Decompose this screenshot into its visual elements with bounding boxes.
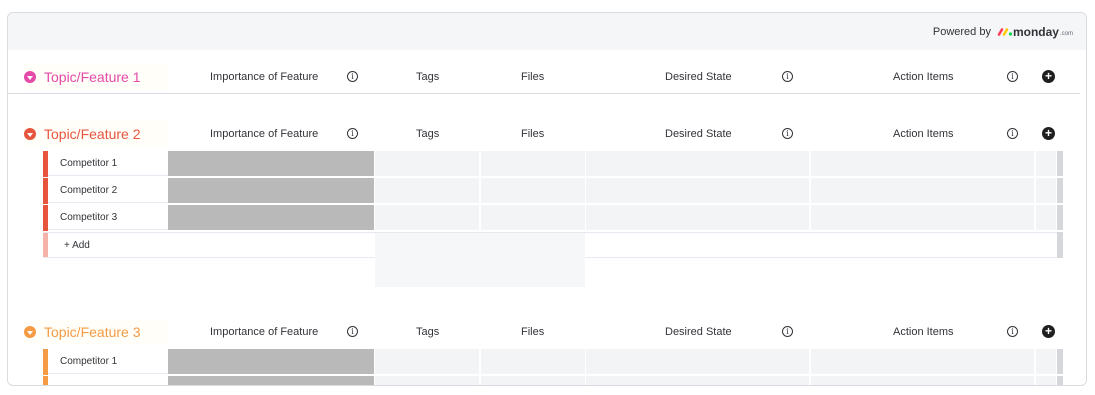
importance-cell[interactable] (168, 151, 374, 176)
group-header-3: Topic/Feature 3 Importance of Feature i … (8, 319, 1086, 345)
column-tags[interactable]: Tags (416, 326, 439, 338)
table-row[interactable]: Competitor 1 (43, 349, 1063, 375)
info-icon[interactable]: i (1007, 71, 1018, 82)
table-row[interactable]: Competitor 2 (43, 178, 1063, 204)
group-divider (8, 93, 1080, 94)
monday-logo: monday .com (997, 25, 1073, 39)
column-action-items[interactable]: Action Items (893, 71, 954, 83)
add-column-button[interactable]: + (1042, 70, 1055, 83)
tags-cell[interactable] (375, 349, 480, 374)
action-items-cell[interactable] (811, 349, 1035, 374)
group-title-label: Topic/Feature 2 (44, 126, 141, 142)
files-cell[interactable] (481, 376, 586, 385)
action-items-cell[interactable] (811, 151, 1035, 176)
monday-brand-text: monday (1012, 25, 1059, 39)
action-items-cell[interactable] (811, 178, 1035, 203)
tags-cell[interactable] (375, 178, 480, 203)
add-item-button[interactable]: + Add (64, 240, 90, 251)
column-action-items[interactable]: Action Items (893, 128, 954, 140)
group-title-1[interactable]: Topic/Feature 1 (24, 64, 168, 90)
row-color-bar (43, 233, 48, 257)
row-end (1057, 151, 1063, 176)
board-frame: Powered by monday .com Topic/Feature 1 I… (7, 12, 1087, 386)
column-tags[interactable]: Tags (416, 71, 439, 83)
desired-state-cell[interactable] (586, 376, 810, 385)
importance-cell[interactable] (168, 205, 374, 230)
group-header-1: Topic/Feature 1 Importance of Feature i … (8, 64, 1086, 90)
extra-cell[interactable] (1036, 178, 1057, 203)
tags-cell[interactable] (375, 205, 480, 230)
column-desired-state[interactable]: Desired State (665, 71, 732, 83)
column-desired-state[interactable]: Desired State (665, 128, 732, 140)
row-end (1057, 232, 1063, 258)
monday-logo-icon (997, 28, 1013, 36)
column-files[interactable]: Files (521, 128, 544, 140)
summary-cells (375, 233, 585, 287)
extra-cell[interactable] (1036, 376, 1057, 385)
column-files[interactable]: Files (521, 326, 544, 338)
monday-brand-suffix: .com (1059, 30, 1073, 37)
extra-cell[interactable] (1036, 151, 1057, 176)
table-row[interactable]: Competitor 1 (43, 151, 1063, 177)
tags-cell[interactable] (375, 151, 480, 176)
add-column-button[interactable]: + (1042, 127, 1055, 140)
row-name[interactable]: Competitor 1 (48, 349, 168, 374)
row-end (1057, 349, 1063, 374)
action-items-cell[interactable] (811, 376, 1035, 385)
chevron-down-icon[interactable] (24, 326, 36, 338)
desired-state-cell[interactable] (586, 205, 810, 230)
row-name[interactable] (48, 376, 168, 385)
add-column-button[interactable]: + (1042, 325, 1055, 338)
column-importance[interactable]: Importance of Feature (210, 128, 318, 140)
info-icon[interactable]: i (1007, 128, 1018, 139)
table-row[interactable] (43, 376, 1063, 385)
column-files[interactable]: Files (521, 71, 544, 83)
tags-cell[interactable] (375, 376, 480, 385)
row-end (1057, 205, 1063, 230)
group-title-3[interactable]: Topic/Feature 3 (24, 319, 168, 345)
chevron-down-icon[interactable] (24, 128, 36, 140)
table-row[interactable]: Competitor 3 (43, 205, 1063, 231)
extra-cell[interactable] (1036, 349, 1057, 374)
importance-cell[interactable] (168, 349, 374, 374)
info-icon[interactable]: i (347, 71, 358, 82)
info-icon[interactable]: i (1007, 326, 1018, 337)
info-icon[interactable]: i (347, 326, 358, 337)
column-desired-state[interactable]: Desired State (665, 326, 732, 338)
action-items-cell[interactable] (811, 205, 1035, 230)
files-cell[interactable] (481, 178, 586, 203)
desired-state-cell[interactable] (586, 178, 810, 203)
info-icon[interactable]: i (347, 128, 358, 139)
desired-state-cell[interactable] (586, 349, 810, 374)
chevron-down-icon[interactable] (24, 71, 36, 83)
extra-cell[interactable] (1036, 205, 1057, 230)
row-name[interactable]: Competitor 1 (48, 151, 168, 176)
files-cell[interactable] (481, 205, 586, 230)
column-tags[interactable]: Tags (416, 128, 439, 140)
group-title-2[interactable]: Topic/Feature 2 (24, 121, 168, 147)
group-title-label: Topic/Feature 1 (44, 69, 141, 85)
row-name[interactable]: Competitor 3 (48, 205, 168, 230)
group-header-2: Topic/Feature 2 Importance of Feature i … (8, 121, 1086, 147)
importance-cell[interactable] (168, 376, 374, 385)
row-name[interactable]: Competitor 2 (48, 178, 168, 203)
files-cell[interactable] (481, 151, 586, 176)
powered-by[interactable]: Powered by monday .com (933, 25, 1073, 39)
info-icon[interactable]: i (782, 128, 793, 139)
row-end (1057, 178, 1063, 203)
powered-by-label: Powered by (932, 26, 991, 38)
info-icon[interactable]: i (782, 71, 793, 82)
row-end (1057, 376, 1063, 385)
column-importance[interactable]: Importance of Feature (210, 326, 318, 338)
files-cell[interactable] (481, 349, 586, 374)
importance-cell[interactable] (168, 178, 374, 203)
column-action-items[interactable]: Action Items (893, 326, 954, 338)
desired-state-cell[interactable] (586, 151, 810, 176)
top-bar: Powered by monday .com (8, 13, 1086, 50)
info-icon[interactable]: i (782, 326, 793, 337)
group-title-label: Topic/Feature 3 (44, 324, 141, 340)
column-importance[interactable]: Importance of Feature (210, 71, 318, 83)
